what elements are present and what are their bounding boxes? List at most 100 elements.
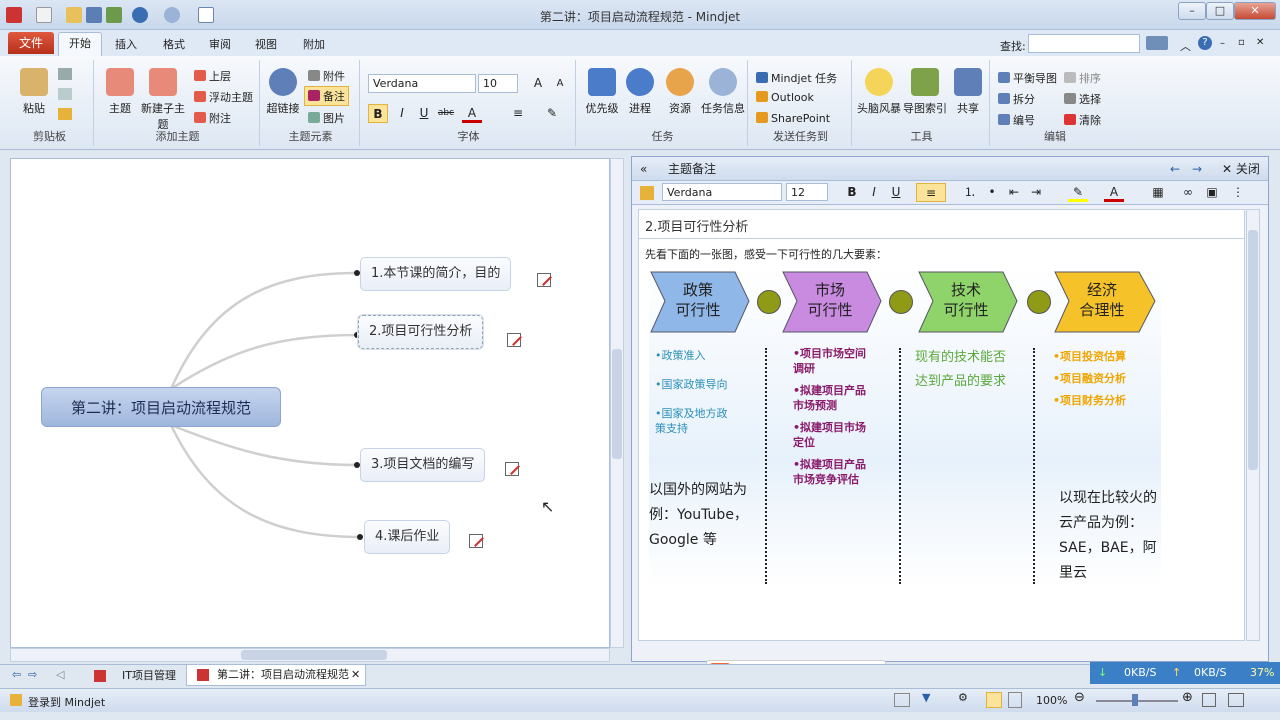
priority-button[interactable]: 优先级	[582, 68, 622, 116]
notes-font-color-button[interactable]: A	[1104, 183, 1124, 202]
notes-align-button[interactable]: ≡	[916, 183, 946, 202]
binoculars-icon[interactable]	[1146, 36, 1168, 50]
grow-font-button[interactable]: A	[528, 74, 548, 93]
clear-button[interactable]: 清除	[1064, 112, 1101, 128]
canvas-vertical-scrollbar[interactable]	[610, 158, 624, 648]
notes-font-select[interactable]: Verdana	[662, 183, 782, 201]
doc-minimize-icon[interactable]: –	[1220, 38, 1225, 49]
scroll-thumb[interactable]	[241, 650, 387, 660]
tab-scroll-icon[interactable]: ◁	[56, 668, 64, 681]
outline-view-icon[interactable]	[1008, 692, 1022, 708]
align-button[interactable]: ≡	[508, 104, 528, 123]
format-painter-icon[interactable]	[58, 108, 72, 120]
next-arrow-icon[interactable]: →	[1192, 157, 1202, 181]
image-button[interactable]: ▣	[1202, 183, 1222, 202]
tab-file[interactable]: 文件	[8, 32, 54, 54]
doc-tab-close-icon[interactable]: ✕	[351, 665, 360, 685]
split-button[interactable]: 拆分	[998, 91, 1035, 107]
help-icon[interactable]: ?	[1198, 36, 1212, 50]
notes-close-button[interactable]: ✕ 关闭	[1222, 157, 1260, 181]
tab-format[interactable]: 格式	[163, 36, 185, 52]
mapindex-button[interactable]: 导图索引	[902, 68, 948, 116]
notes-button[interactable]: 备注	[304, 86, 349, 106]
link-button[interactable]: ∞	[1178, 183, 1198, 202]
font-family-select[interactable]: Verdana	[368, 74, 476, 93]
close-button[interactable]: ✕	[1234, 2, 1276, 20]
collapse-ribbon-icon[interactable]: ︿	[1180, 38, 1191, 54]
sharepoint-button[interactable]: SharePoint	[756, 112, 830, 125]
share-button[interactable]: 共享	[952, 68, 984, 116]
note-icon[interactable]	[537, 273, 551, 287]
maximize-button[interactable]: □	[1206, 2, 1234, 20]
topic-2-selected[interactable]: 2.项目可行性分析	[358, 315, 484, 349]
central-topic[interactable]: 第二讲：项目启动流程规范	[41, 387, 281, 427]
notes-body[interactable]: 2.项目可行性分析 先看下面的一张图，感受一下可行性的几大要素： 政策 可行性 市…	[638, 209, 1245, 641]
indent-button[interactable]: ⇥	[1026, 183, 1046, 202]
topic-4[interactable]: 4.课后作业	[364, 520, 451, 554]
zoom-out-icon[interactable]: ⊖	[1074, 690, 1085, 705]
floating-topic-button[interactable]: 浮动主题	[194, 89, 253, 105]
tab-prev-arrow-icon[interactable]: ⇦	[12, 668, 21, 681]
fit-map-icon[interactable]	[1202, 693, 1216, 707]
font-color-button[interactable]: A	[462, 104, 482, 123]
find-input[interactable]	[1028, 34, 1140, 53]
notes-size-select[interactable]: 12	[786, 183, 828, 201]
table-button[interactable]: ▦	[1148, 183, 1168, 202]
outlook-button[interactable]: Outlook	[756, 91, 814, 104]
doc-tab-active[interactable]: 第二讲：项目启动流程规范 ✕	[186, 665, 366, 686]
cut-icon[interactable]	[58, 68, 72, 80]
tab-view[interactable]: 视图	[255, 36, 277, 52]
underline-button[interactable]: U	[414, 104, 434, 123]
select-button[interactable]: 选择	[1064, 91, 1101, 107]
page-icon[interactable]	[894, 693, 910, 707]
mindjet-task-button[interactable]: Mindjet 任务	[756, 70, 837, 86]
font-size-select[interactable]: 10	[478, 74, 518, 93]
note-icon[interactable]	[469, 534, 483, 548]
outdent-button[interactable]: ⇤	[1004, 183, 1024, 202]
notes-bold-button[interactable]: B	[842, 183, 862, 202]
strikethrough-button[interactable]: abc	[436, 104, 456, 123]
number-button[interactable]: 编号	[998, 112, 1035, 128]
note-topic-button[interactable]: 附注	[194, 110, 231, 126]
bullet-list-button[interactable]: •	[982, 183, 1002, 202]
more-button[interactable]: ⋮	[1228, 183, 1248, 202]
zoom-in-icon[interactable]: ⊕	[1182, 690, 1193, 705]
filter-icon[interactable]: ▼	[922, 691, 930, 704]
panel-toggle-icon[interactable]	[1228, 693, 1244, 707]
map-canvas[interactable]: 第二讲：项目启动流程规范 1.本节课的简介，目的 2.项目可行性分析 3.项目文…	[10, 158, 610, 648]
highlight-button[interactable]: ✎	[1068, 183, 1088, 202]
collapse-panel-icon[interactable]: «	[640, 157, 647, 181]
doc-restore-icon[interactable]: ▫	[1238, 37, 1245, 48]
bold-button[interactable]: B	[368, 104, 388, 123]
clear-format-button[interactable]: ✎	[542, 104, 562, 123]
tab-review[interactable]: 审阅	[209, 36, 231, 52]
notes-underline-button[interactable]: U	[886, 183, 906, 202]
map-view-icon[interactable]	[986, 692, 1002, 708]
sort-button[interactable]: 排序	[1064, 70, 1101, 86]
minimize-button[interactable]: –	[1178, 2, 1206, 20]
doc-tab-it[interactable]: IT项目管理	[84, 667, 184, 685]
login-label[interactable]: 登录到 Mindjet	[28, 694, 105, 710]
paste-button[interactable]: 粘贴	[14, 68, 54, 116]
tab-next-arrow-icon[interactable]: ⇨	[28, 668, 37, 681]
topic-1[interactable]: 1.本节课的简介，目的	[360, 257, 512, 291]
progress-button[interactable]: 进程	[622, 68, 658, 116]
notes-scrollbar[interactable]	[1246, 209, 1260, 641]
note-icon[interactable]	[507, 333, 521, 347]
scroll-thumb[interactable]	[1248, 230, 1258, 470]
tab-addins[interactable]: 附加	[303, 36, 325, 52]
taskinfo-button[interactable]: 任务信息	[700, 68, 746, 116]
italic-button[interactable]: I	[392, 104, 412, 123]
balance-map-button[interactable]: 平衡导图	[998, 70, 1057, 86]
tab-home[interactable]: 开始	[58, 32, 102, 56]
resource-button[interactable]: 资源	[662, 68, 698, 116]
doc-close-icon[interactable]: ✕	[1256, 37, 1264, 48]
notes-italic-button[interactable]: I	[864, 183, 884, 202]
numbered-list-button[interactable]: ⒈	[960, 183, 980, 202]
picture-button[interactable]: 图片	[308, 110, 345, 126]
gear-icon[interactable]: ⚙	[958, 691, 968, 704]
canvas-horizontal-scrollbar[interactable]	[10, 648, 610, 662]
topic-button[interactable]: 主题	[102, 68, 138, 116]
callout-button[interactable]: 上层	[194, 68, 231, 84]
hyperlink-button[interactable]: 超链接	[264, 68, 302, 116]
